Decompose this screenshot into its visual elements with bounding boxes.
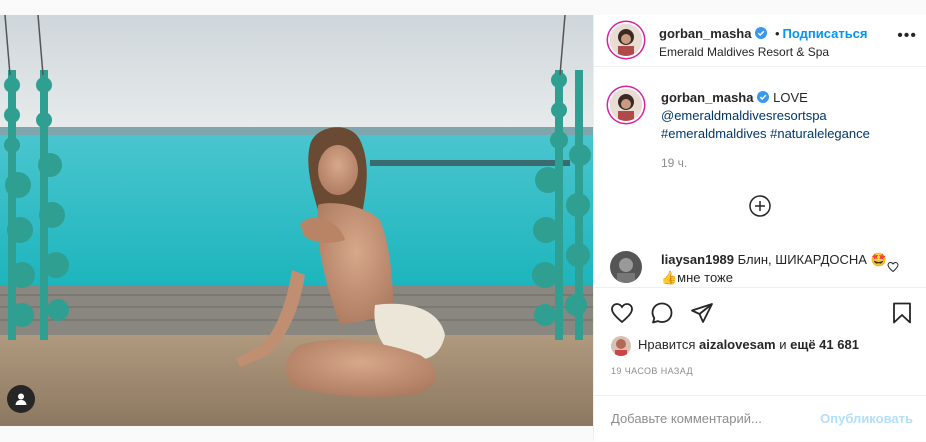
post-photo[interactable]	[0, 15, 593, 426]
caption-mention[interactable]: @emeraldmaldivesresortspa	[661, 108, 827, 123]
author-username[interactable]: gorban_masha	[659, 26, 751, 41]
follow-separator: •	[774, 26, 780, 41]
comment-item: liaysan1989 Блин, ШИКАРДОСНА 🤩👍мне тоже	[661, 251, 891, 287]
caption-hashtags[interactable]: #emeraldmaldives #naturalelegance	[661, 126, 870, 141]
plus-circle-icon	[749, 195, 771, 217]
post-viewer: gorban_masha • Подписаться Emerald Maldiv…	[0, 0, 926, 441]
caption-avatar[interactable]	[610, 89, 642, 121]
post-location[interactable]: Emerald Maldives Resort & Spa	[659, 45, 829, 59]
post-header: gorban_masha • Подписаться Emerald Maldiv…	[594, 15, 926, 67]
user-tag-icon	[15, 393, 27, 405]
comment-like-button[interactable]	[887, 260, 899, 278]
add-comment-bar: Добавьте комментарий... Опубликовать	[594, 395, 926, 442]
caption-username[interactable]: gorban_masha	[661, 90, 753, 105]
commenter-avatar[interactable]	[610, 251, 642, 283]
likes-user[interactable]: aizalovesam	[699, 337, 776, 352]
caption-time[interactable]: 19 ч.	[661, 156, 687, 170]
publish-button[interactable]: Опубликовать	[820, 411, 913, 426]
likes-count[interactable]: ещё 41 681	[790, 337, 859, 352]
likes-summary: Нравится aizalovesam и ещё 41 681	[638, 337, 859, 352]
likes-prefix: Нравится	[638, 337, 696, 352]
more-options-button[interactable]: •••	[897, 27, 917, 45]
share-button[interactable]	[690, 301, 714, 330]
verified-icon	[755, 27, 768, 39]
heart-icon	[887, 261, 899, 273]
comment-button[interactable]	[650, 301, 674, 330]
likes-middle: и	[779, 337, 787, 352]
verified-icon	[757, 91, 770, 103]
post-sidebar: gorban_masha • Подписаться Emerald Maldiv…	[593, 15, 926, 441]
bookmark-icon	[893, 302, 911, 324]
liker-avatar[interactable]	[611, 336, 631, 356]
caption-text: LOVE	[773, 90, 808, 105]
post-time-ago[interactable]: 19 ЧАСОВ НАЗАД	[611, 366, 693, 376]
load-more-comments-button[interactable]	[749, 195, 771, 217]
like-button[interactable]	[610, 301, 634, 330]
photo-illustration	[0, 15, 593, 426]
save-button[interactable]	[890, 301, 914, 330]
comment-username[interactable]: liaysan1989	[661, 252, 734, 267]
post-caption: gorban_masha LOVE @emeraldmaldivesresort…	[661, 89, 911, 143]
user-tag-button[interactable]	[7, 385, 35, 413]
heart-icon	[611, 303, 633, 324]
share-icon	[691, 303, 713, 323]
author-avatar[interactable]	[610, 24, 642, 56]
header-text: gorban_masha • Подписаться	[659, 25, 868, 43]
add-comment-input[interactable]: Добавьте комментарий...	[611, 411, 762, 426]
follow-button[interactable]: Подписаться	[783, 26, 868, 41]
comment-icon	[651, 302, 673, 324]
more-icon: •••	[897, 27, 917, 44]
